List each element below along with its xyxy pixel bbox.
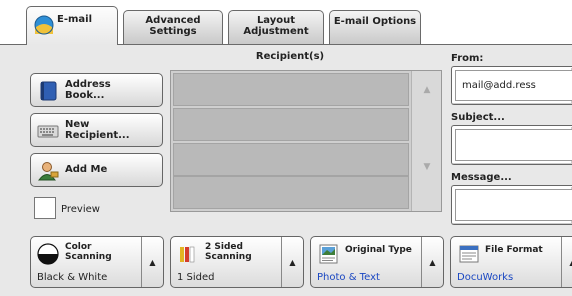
- two-sided-scanning-button[interactable]: 2 Sided Scanning 1 Sided ▲: [170, 236, 304, 288]
- file-format-title: File Format: [485, 245, 543, 255]
- from-field-inner: mail@add.ress: [455, 70, 572, 101]
- tab-layout-line1: Layout: [256, 15, 296, 26]
- tab-layout-adjustment[interactable]: Layout Adjustment: [228, 10, 324, 44]
- tab-email-options[interactable]: E-mail Options: [329, 10, 421, 44]
- address-book-icon: [40, 81, 57, 101]
- file-format-main[interactable]: File Format DocuWorks: [451, 237, 561, 287]
- two-sided-icon: [180, 246, 195, 263]
- color-scanning-line1: Color: [65, 242, 92, 252]
- recipient-row[interactable]: [173, 176, 409, 209]
- two-sided-main[interactable]: 2 Sided Scanning 1 Sided: [171, 237, 281, 287]
- tab-layout-line2: Adjustment: [243, 26, 309, 37]
- tab-email-label: E-mail: [57, 14, 93, 25]
- original-type-main[interactable]: Original Type Photo & Text: [311, 237, 421, 287]
- recipient-row[interactable]: [173, 143, 409, 176]
- from-field[interactable]: mail@add.ress: [451, 66, 572, 105]
- address-book-button[interactable]: Address Book...: [30, 73, 163, 107]
- tab-email[interactable]: E-mail: [26, 6, 118, 45]
- recipient-list[interactable]: ▲ ▼: [170, 70, 442, 212]
- original-type-value: Photo & Text: [317, 272, 380, 283]
- add-me-label: Add Me: [65, 164, 108, 175]
- original-type-title: Original Type: [345, 245, 412, 255]
- subject-label: Subject...: [451, 112, 505, 123]
- subject-field[interactable]: [451, 125, 572, 165]
- tab-advanced-line2: Settings: [149, 26, 197, 37]
- two-sided-line2: Scanning: [205, 252, 252, 262]
- new-recipient-line2: Recipient...: [65, 130, 130, 141]
- recipient-row[interactable]: [173, 73, 409, 106]
- color-scanning-line2: Scanning: [65, 252, 112, 262]
- color-scanning-value: Black & White: [37, 272, 108, 283]
- from-label: From:: [451, 53, 484, 64]
- arrow-up-icon[interactable]: ▲: [281, 237, 303, 287]
- original-type-button[interactable]: Original Type Photo & Text ▲: [310, 236, 444, 288]
- color-scanning-icon: [37, 243, 59, 265]
- tab-advanced-settings[interactable]: Advanced Settings: [123, 10, 223, 44]
- two-sided-value: 1 Sided: [177, 272, 215, 283]
- message-field[interactable]: [451, 185, 572, 225]
- tab-email-options-label: E-mail Options: [333, 16, 417, 27]
- arrow-up-icon[interactable]: ▲: [421, 237, 443, 287]
- address-book-line1: Address: [65, 79, 111, 90]
- arrow-up-icon[interactable]: ▲: [141, 237, 163, 287]
- person-icon: [38, 162, 59, 181]
- two-sided-line1: 2 Sided: [205, 242, 243, 252]
- recipient-scrollbar: ▲ ▼: [411, 71, 441, 211]
- from-value: mail@add.ress: [462, 80, 536, 91]
- preview-label: Preview: [61, 204, 100, 215]
- add-me-button[interactable]: Add Me: [30, 153, 163, 187]
- address-book-line2: Book...: [65, 90, 105, 101]
- color-scanning-main[interactable]: Color Scanning Black & White: [31, 237, 141, 287]
- arrow-up-icon[interactable]: ▲: [561, 237, 572, 287]
- message-label: Message...: [451, 172, 512, 183]
- color-scanning-button[interactable]: Color Scanning Black & White ▲: [30, 236, 164, 288]
- recipients-header: Recipient(s): [255, 51, 325, 62]
- message-field-inner: [455, 189, 572, 221]
- tab-advanced-line1: Advanced: [145, 15, 201, 26]
- email-icon: [34, 15, 54, 35]
- recipient-row[interactable]: [173, 108, 409, 141]
- subject-field-inner: [455, 129, 572, 161]
- file-format-button[interactable]: File Format DocuWorks ▲: [450, 236, 572, 288]
- preview-option[interactable]: Preview: [30, 193, 163, 227]
- new-recipient-button[interactable]: New Recipient...: [30, 113, 163, 147]
- scroll-down-icon[interactable]: ▼: [412, 141, 442, 211]
- scroll-up-icon[interactable]: ▲: [412, 71, 442, 141]
- file-format-icon: [459, 245, 479, 263]
- keyboard-icon: [37, 125, 59, 138]
- new-recipient-line1: New: [65, 119, 90, 130]
- file-format-value: DocuWorks: [457, 272, 514, 283]
- preview-checkbox[interactable]: [34, 197, 56, 219]
- original-type-icon: [319, 244, 338, 264]
